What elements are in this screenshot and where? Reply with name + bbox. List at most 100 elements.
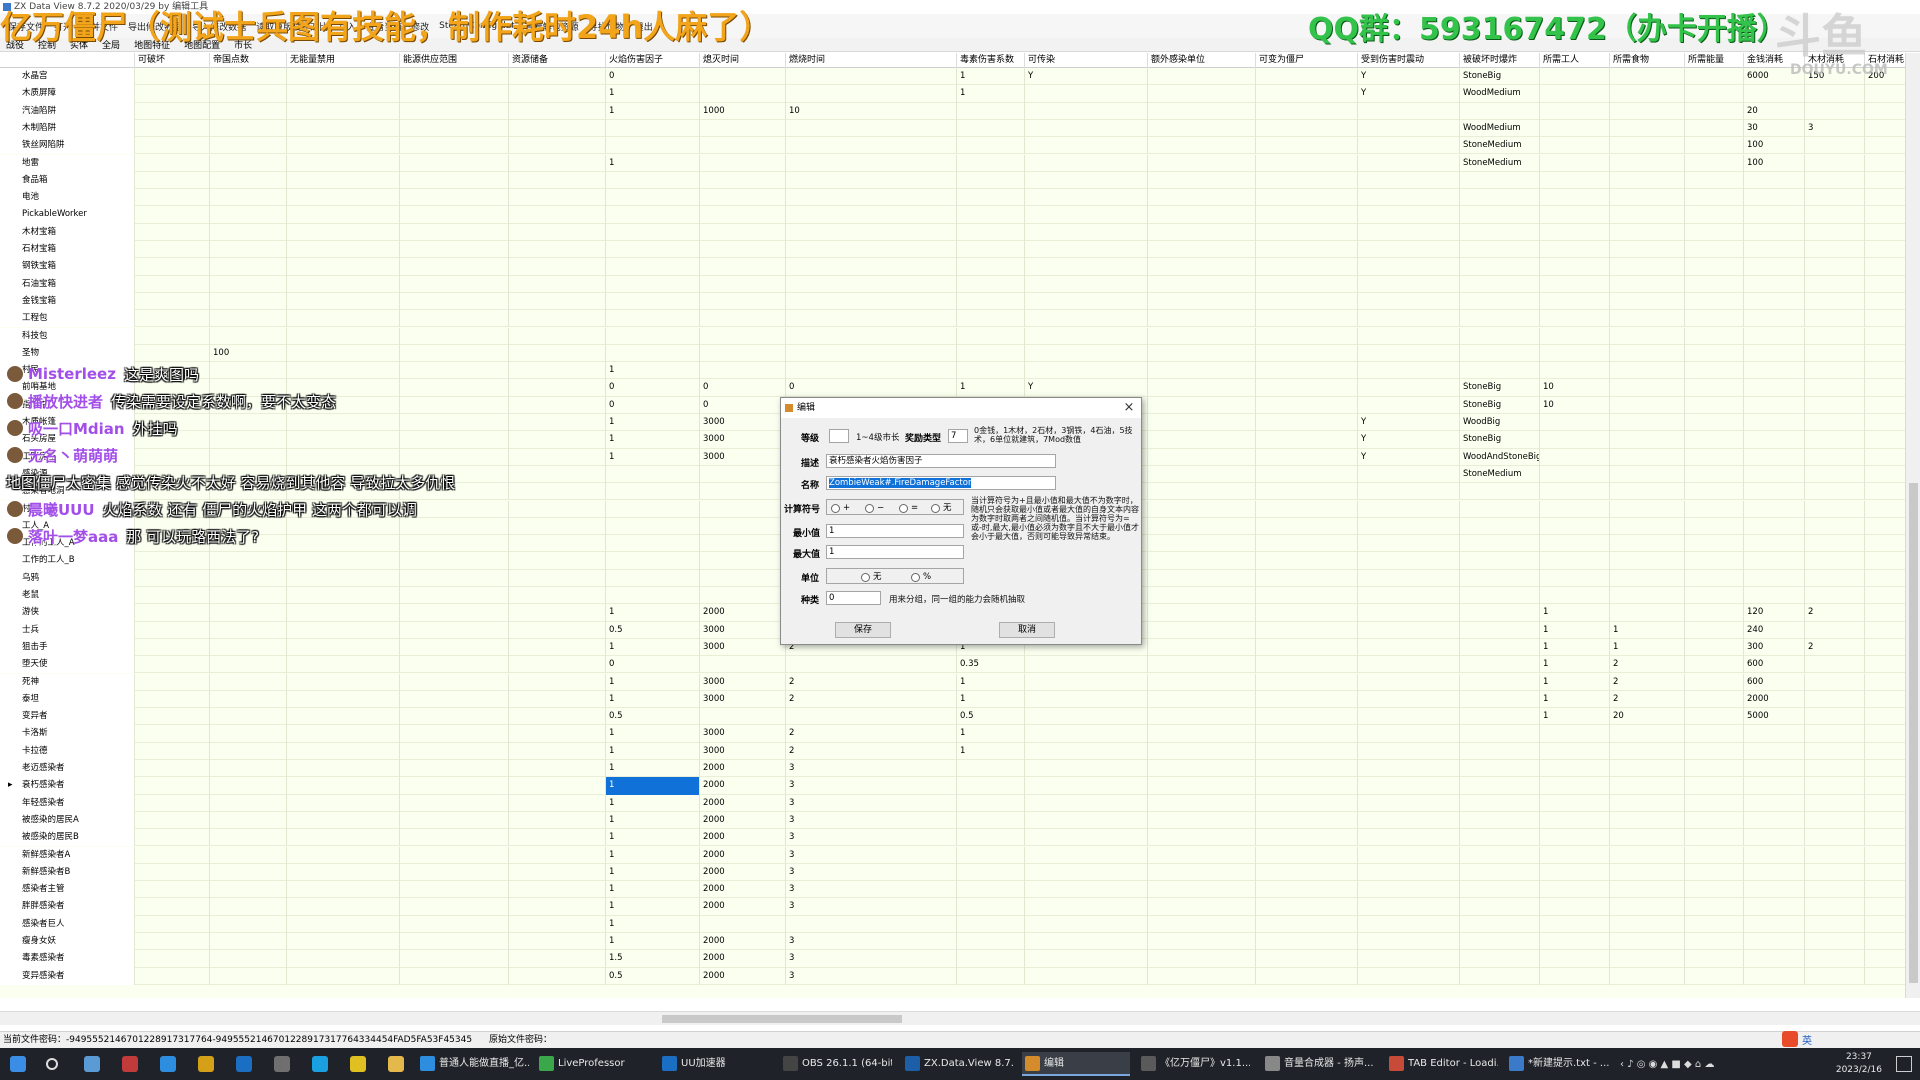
table-cell[interactable] [1358, 189, 1460, 207]
row-name-cell[interactable]: 石油宝箱 [0, 275, 135, 293]
table-cell[interactable] [1358, 535, 1460, 553]
table-cell[interactable] [1610, 344, 1685, 363]
table-cell[interactable] [509, 189, 606, 207]
table-cell[interactable] [1148, 846, 1256, 864]
table-cell[interactable] [1256, 102, 1358, 120]
table-cell[interactable]: 1 [957, 379, 1025, 397]
table-cell[interactable] [1744, 777, 1805, 795]
table-cell[interactable] [1358, 656, 1460, 674]
table-cell[interactable] [287, 137, 400, 155]
table-cell[interactable] [1540, 811, 1610, 830]
table-cell[interactable] [1256, 431, 1358, 449]
table-cell[interactable] [210, 656, 287, 674]
table-cell[interactable] [287, 621, 400, 639]
table-cell[interactable]: 240 [1744, 621, 1805, 639]
table-cell[interactable] [210, 863, 287, 882]
table-cell[interactable] [287, 915, 400, 933]
table-cell[interactable] [400, 587, 509, 605]
table-cell[interactable] [210, 794, 287, 812]
table-row[interactable]: 胖胖感染者 1 2000 3 [0, 898, 1905, 916]
table-cell[interactable] [1358, 690, 1460, 709]
name-input[interactable]: ZombieWeak#.FireDamageFactor [826, 476, 1056, 490]
table-cell[interactable] [509, 725, 606, 743]
save-button[interactable]: 保存 [835, 622, 891, 638]
table-cell[interactable] [1025, 119, 1148, 138]
table-cell[interactable] [1744, 327, 1805, 345]
table-row[interactable]: 变异感染者 0.5 2000 3 [0, 967, 1905, 985]
table-cell[interactable]: 1 [606, 414, 700, 432]
table-cell[interactable] [700, 85, 786, 103]
table-cell[interactable] [1865, 155, 1905, 172]
table-cell[interactable] [1805, 448, 1865, 466]
table-cell[interactable] [400, 846, 509, 864]
table-cell[interactable] [1865, 258, 1905, 275]
table-cell[interactable] [400, 967, 509, 985]
table-cell[interactable] [1610, 933, 1685, 951]
row-name-cell[interactable]: 卡洛斯 [0, 725, 135, 743]
table-cell[interactable]: 1 [606, 154, 700, 172]
table-cell[interactable] [210, 448, 287, 466]
table-cell[interactable] [1865, 103, 1905, 120]
table-cell[interactable] [700, 137, 786, 155]
table-cell[interactable] [509, 241, 606, 259]
table-cell[interactable] [1805, 171, 1865, 190]
table-cell[interactable] [509, 275, 606, 293]
table-cell[interactable] [135, 950, 210, 968]
table-cell[interactable]: 0 [786, 379, 957, 397]
min-input[interactable]: 1 [826, 524, 964, 538]
table-cell[interactable] [1460, 327, 1540, 345]
table-cell[interactable] [1256, 396, 1358, 414]
table-cell[interactable] [1685, 708, 1744, 726]
table-row[interactable]: 村民 1 [0, 362, 1905, 380]
table-cell[interactable] [1358, 708, 1460, 726]
table-cell[interactable] [1865, 431, 1905, 448]
table-row[interactable]: PickableWorker [0, 206, 1905, 224]
table-cell[interactable] [1148, 414, 1256, 432]
table-cell[interactable] [606, 535, 700, 553]
table-cell[interactable] [1148, 327, 1256, 345]
table-cell[interactable] [1610, 137, 1685, 155]
table-cell[interactable]: Y [1358, 85, 1460, 103]
table-cell[interactable] [1358, 344, 1460, 363]
table-cell[interactable]: StoneMedium [1460, 465, 1540, 484]
table-cell[interactable] [210, 68, 287, 86]
table-cell[interactable] [1805, 967, 1865, 985]
table-cell[interactable]: 10 [1540, 396, 1610, 414]
table-cell[interactable] [400, 933, 509, 951]
column-header[interactable]: 燃烧时间 [786, 53, 957, 68]
table-cell[interactable] [786, 85, 957, 103]
table-cell[interactable]: 1 [606, 863, 700, 882]
table-cell[interactable] [1025, 656, 1148, 674]
table-cell[interactable] [1148, 431, 1256, 449]
table-row[interactable]: 年轻感染者 1 2000 3 [0, 794, 1905, 812]
table-cell[interactable] [210, 673, 287, 691]
row-name-cell[interactable]: 圣物 [0, 344, 135, 363]
table-cell[interactable] [1805, 137, 1865, 155]
table-cell[interactable] [135, 258, 210, 276]
table-cell[interactable] [287, 811, 400, 830]
table-cell[interactable] [1805, 777, 1865, 795]
table-cell[interactable] [1460, 604, 1540, 622]
table-cell[interactable] [1148, 794, 1256, 812]
cancel-button[interactable]: 取消 [999, 622, 1055, 638]
table-cell[interactable] [1256, 933, 1358, 951]
table-cell[interactable] [287, 829, 400, 847]
table-cell[interactable] [1865, 206, 1905, 223]
row-name-cell[interactable]: 胖胖感染者 [0, 898, 135, 916]
table-cell[interactable] [1358, 258, 1460, 276]
table-cell[interactable] [210, 569, 287, 587]
table-row[interactable]: 金钱宝箱 [0, 292, 1905, 311]
table-cell[interactable] [1256, 552, 1358, 570]
table-cell[interactable]: StoneBig [1460, 431, 1540, 449]
table-cell[interactable] [1610, 171, 1685, 190]
table-cell[interactable] [1460, 708, 1540, 726]
table-row[interactable]: 石材宝箱 [0, 241, 1905, 259]
table-cell[interactable] [1685, 258, 1744, 276]
operator-none-radio[interactable]: 无 [931, 502, 952, 514]
table-cell[interactable]: Y [1358, 68, 1460, 86]
table-cell[interactable] [1805, 292, 1865, 311]
table-cell[interactable] [1358, 777, 1460, 795]
table-cell[interactable] [509, 465, 606, 484]
table-cell[interactable] [1685, 535, 1744, 553]
table-cell[interactable] [210, 881, 287, 899]
